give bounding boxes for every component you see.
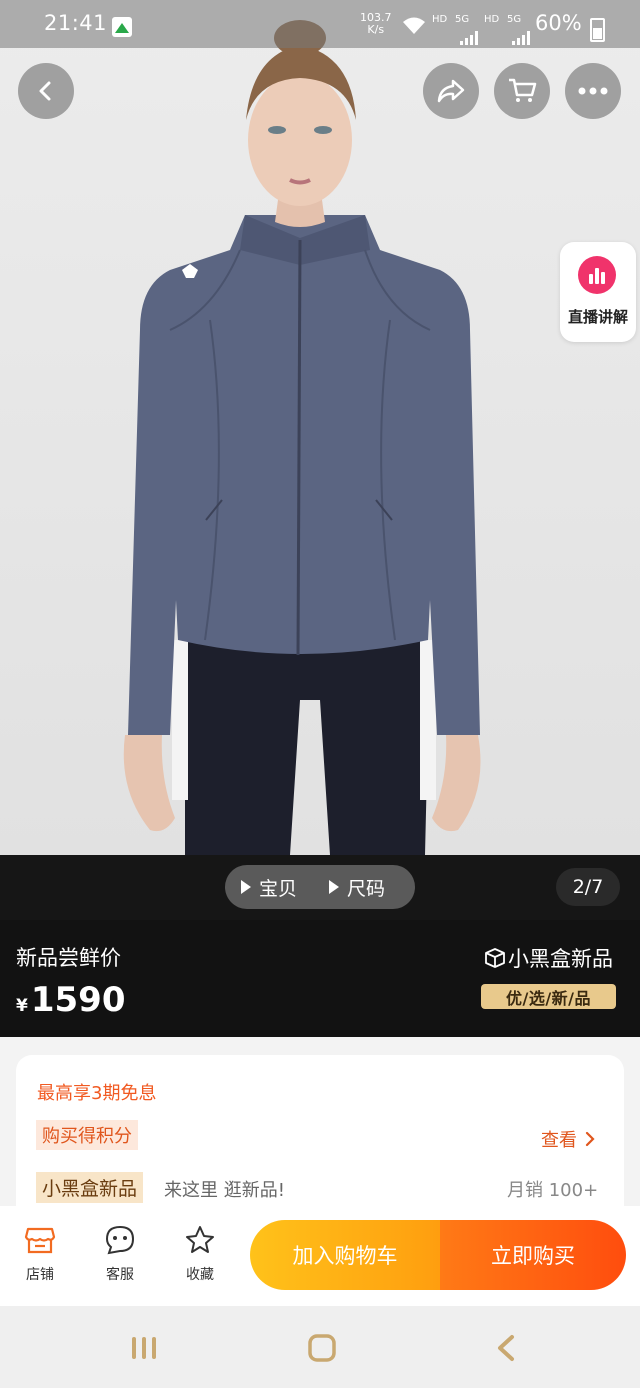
favorite-button[interactable]: 收藏 <box>170 1222 230 1284</box>
view-link[interactable]: 查看 <box>541 1126 595 1152</box>
net-speed-unit: K/s <box>367 23 385 36</box>
brand-tagline: 优/选/新/品 <box>481 984 616 1009</box>
chat-face-icon <box>90 1222 150 1258</box>
signal-label-2: 5G <box>507 14 522 25</box>
tab-product[interactable]: 宝贝 <box>241 874 297 901</box>
view-link-label: 查看 <box>541 1130 577 1151</box>
tab-size[interactable]: 尺码 <box>329 874 385 901</box>
signal-icon-2 <box>512 26 530 50</box>
play-icon <box>329 880 340 894</box>
price-label: 新品尝鲜价 <box>16 946 121 970</box>
live-explain-button[interactable]: 直播讲解 <box>560 242 636 342</box>
status-bar: 21:41 103.7 K/s HD 5G HD 5G 60% <box>0 0 640 48</box>
more-button[interactable] <box>565 63 621 119</box>
store-icon <box>10 1222 70 1258</box>
favorite-label: 收藏 <box>186 1267 214 1283</box>
store-button[interactable]: 店铺 <box>10 1222 70 1284</box>
system-back-icon <box>498 1335 514 1361</box>
new-products-tag[interactable]: 小黑盒新品 <box>36 1172 144 1203</box>
net-speed: 103.7 K/s <box>360 12 392 36</box>
tab-product-label: 宝贝 <box>259 877 298 900</box>
tab-size-label: 尺码 <box>347 877 386 900</box>
installment-promo: 最高享3期免息 <box>37 1083 157 1104</box>
battery-level: 60% <box>535 11 582 35</box>
live-explain-label: 直播讲解 <box>567 308 628 326</box>
brand-text: 小黑盒新品 <box>508 947 613 971</box>
back-button[interactable] <box>18 63 74 119</box>
back-icon <box>39 81 51 101</box>
more-icon <box>578 87 608 95</box>
brand-label: 小黑盒新品 <box>484 943 613 973</box>
buy-now-button[interactable]: 立即购买 <box>440 1220 626 1290</box>
store-label: 店铺 <box>26 1267 54 1283</box>
service-button[interactable]: 客服 <box>90 1222 150 1284</box>
wifi-icon <box>401 16 427 41</box>
price-value: 1590 <box>30 980 126 1020</box>
notification-app-icon <box>112 17 132 37</box>
system-back-button[interactable] <box>488 1328 524 1368</box>
recent-apps-button[interactable] <box>126 1328 162 1368</box>
product-photo <box>123 20 481 855</box>
cart-button[interactable] <box>494 63 550 119</box>
currency-symbol: ¥ <box>16 996 28 1016</box>
new-products-desc[interactable]: 来这里 逛新品! <box>164 1176 285 1202</box>
signal-icon-1 <box>460 26 478 50</box>
share-icon <box>437 79 465 103</box>
status-time: 21:41 <box>44 11 108 35</box>
recent-apps-icon <box>132 1337 156 1359</box>
gallery-tabs: 宝贝 尺码 <box>225 865 415 909</box>
star-icon <box>170 1222 230 1258</box>
monthly-sales: 月销 100+ <box>507 1180 599 1201</box>
hd-label-1: HD <box>432 14 448 25</box>
price: ¥1590 <box>16 980 125 1020</box>
cart-icon <box>509 78 537 102</box>
product-image[interactable] <box>0 0 640 855</box>
points-badge: 购买得积分 <box>36 1120 138 1150</box>
live-bars-icon <box>578 256 616 294</box>
box-icon <box>485 948 505 968</box>
share-button[interactable] <box>423 63 479 119</box>
signal-label-1: 5G <box>455 14 470 25</box>
hd-label-2: HD <box>484 14 500 25</box>
battery-icon <box>590 18 605 42</box>
add-to-cart-button[interactable]: 加入购物车 <box>250 1220 440 1290</box>
image-counter: 2/7 <box>556 868 620 906</box>
chevron-right-icon <box>585 1131 595 1147</box>
home-icon <box>308 1334 336 1362</box>
home-button[interactable] <box>304 1328 340 1368</box>
play-icon <box>241 880 251 894</box>
service-label: 客服 <box>106 1267 134 1283</box>
